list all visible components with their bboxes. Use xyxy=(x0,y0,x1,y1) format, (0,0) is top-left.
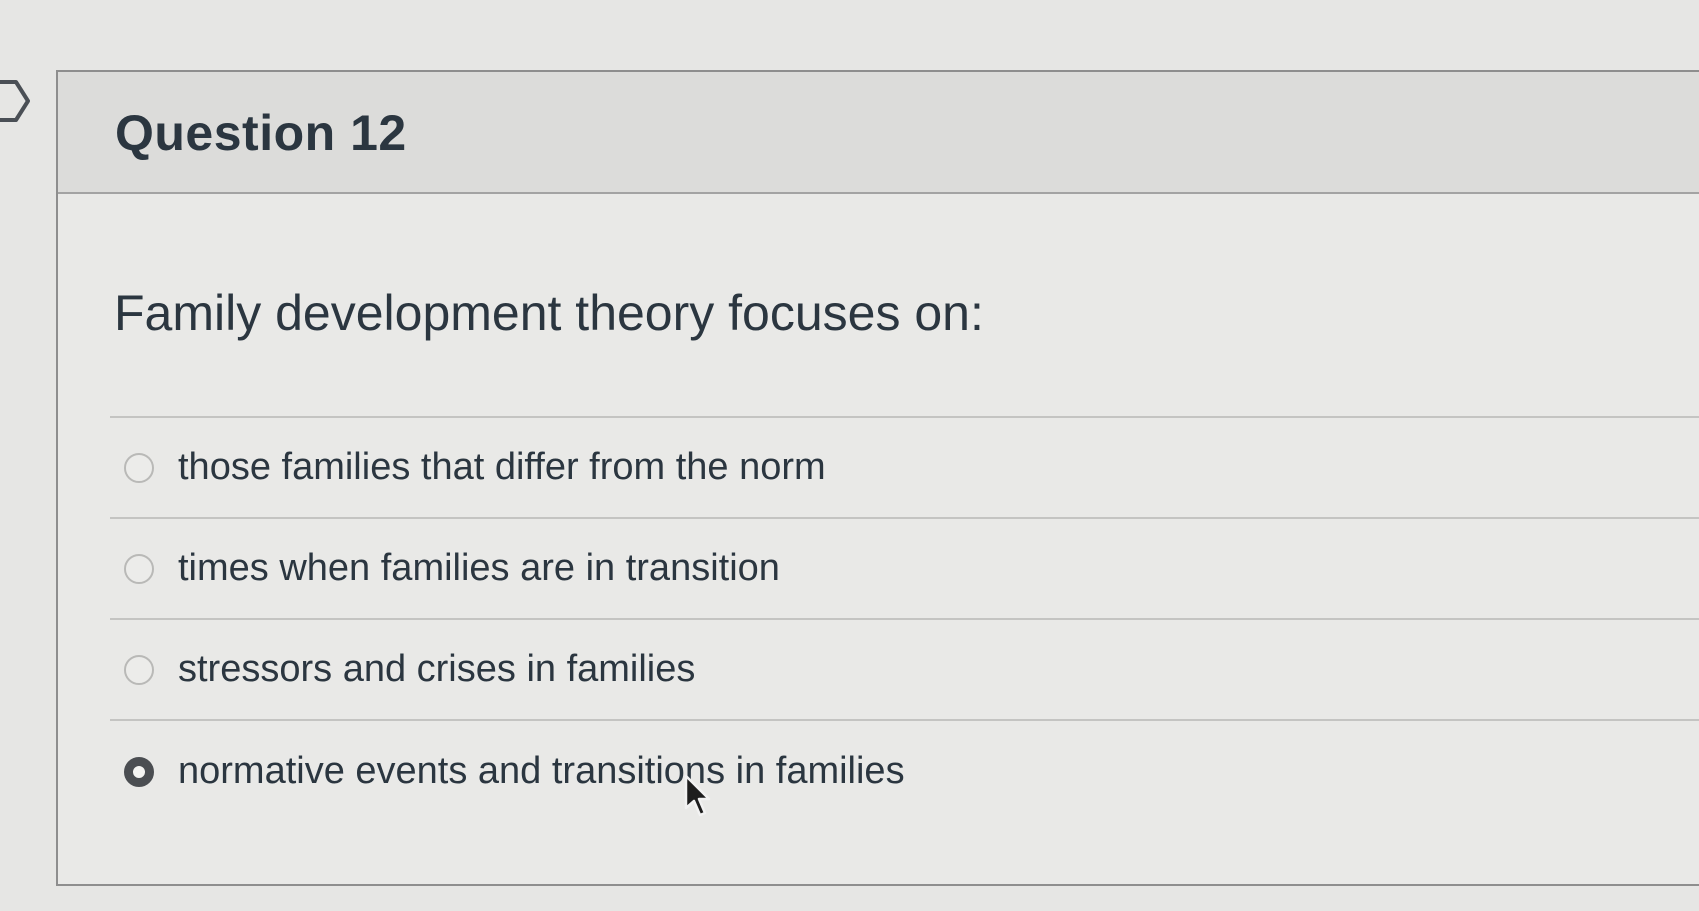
answer-option[interactable]: those families that differ from the norm xyxy=(110,418,1699,519)
question-flag-icon[interactable] xyxy=(0,78,32,124)
answer-label: normative events and transitions in fami… xyxy=(178,750,905,792)
question-header: Question 12 xyxy=(58,72,1699,194)
answer-option[interactable]: stressors and crises in families xyxy=(110,620,1699,721)
radio-button-selected[interactable] xyxy=(124,756,154,787)
radio-button[interactable] xyxy=(124,553,154,584)
answer-option[interactable]: times when families are in transition xyxy=(110,519,1699,620)
answer-label: times when families are in transition xyxy=(178,547,780,589)
radio-button[interactable] xyxy=(124,654,154,685)
question-title: Question 12 xyxy=(115,105,407,161)
answer-label: those families that differ from the norm xyxy=(178,446,826,488)
answer-list: those families that differ from the norm… xyxy=(110,416,1699,822)
answer-label: stressors and crises in families xyxy=(178,648,696,690)
question-card: Question 12 Family development theory fo… xyxy=(56,70,1699,886)
answer-option[interactable]: normative events and transitions in fami… xyxy=(110,721,1699,822)
radio-button[interactable] xyxy=(124,452,154,483)
question-text: Family development theory focuses on: xyxy=(114,285,984,341)
mouse-cursor-icon xyxy=(684,774,711,817)
